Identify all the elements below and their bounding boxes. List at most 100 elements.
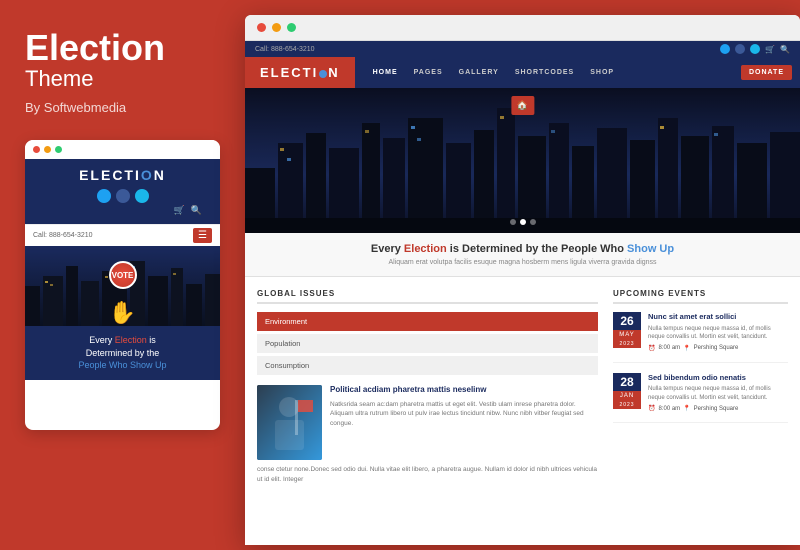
nav-shop[interactable]: SHOP xyxy=(582,59,622,86)
hero-dot-2[interactable] xyxy=(520,219,526,225)
browser-dot-red xyxy=(257,23,266,32)
event-2-title[interactable]: Sed bibendum odio nenatis xyxy=(648,373,788,383)
mobile-dot-yellow xyxy=(44,146,51,153)
nav-shortcodes[interactable]: SHORTCODES xyxy=(507,59,582,86)
event-2-day-label: ⏰ xyxy=(648,405,655,412)
topbar-cart-icon[interactable]: 🛒 xyxy=(765,45,775,54)
theme-subtitle: Theme xyxy=(25,66,220,92)
tagline-main: Every Election is Determined by the Peop… xyxy=(260,243,785,255)
hero-dot-1[interactable] xyxy=(510,219,516,225)
hero-home-icon[interactable]: 🏠 xyxy=(511,96,534,115)
site-logo-area: ELECTIN xyxy=(245,57,355,88)
topbar-vimeo-icon[interactable] xyxy=(750,44,760,54)
nav-pages[interactable]: PAGES xyxy=(406,59,451,86)
hand-icon: ✋ xyxy=(109,300,136,326)
site-nav: ELECTIN HOME PAGES GALLERY SHORTCODES SH… xyxy=(245,57,800,88)
content-right: UPCOMING EVENTS 26 MAY 2023 Nunc sit ame… xyxy=(613,289,788,485)
hero-dot-3[interactable] xyxy=(530,219,536,225)
event-1-year: 2023 xyxy=(613,340,641,348)
mobile-hero-image: VOTE ✋ xyxy=(25,246,220,326)
issues-list: Environment Population Consumption xyxy=(257,312,598,375)
mobile-preview: ELECTION 🛒 🔍 Call: 888-654-3210 ☰ xyxy=(25,140,220,430)
event-2: 28 JAN 2023 Sed bibendum odio nenatis Nu… xyxy=(613,373,788,424)
logo-o-circle xyxy=(319,70,327,78)
site-nav-links: HOME PAGES GALLERY SHORTCODES SHOP xyxy=(355,59,741,86)
event-1-location-icon: 📍 xyxy=(683,345,690,352)
nav-home[interactable]: HOME xyxy=(365,59,406,86)
events-title: UPCOMING EVENTS xyxy=(613,289,788,304)
browser-dot-yellow xyxy=(272,23,281,32)
issue-environment[interactable]: Environment xyxy=(257,312,598,331)
issue-population[interactable]: Population xyxy=(257,334,598,353)
event-2-year: 2023 xyxy=(613,401,641,409)
site-topbar-right: 🛒 🔍 xyxy=(720,44,790,54)
website-preview: Call: 888-654-3210 🛒 🔍 ELECTIN HOME PAGE… xyxy=(245,41,800,541)
event-1-title[interactable]: Nunc sit amet erat sollici xyxy=(648,312,788,322)
browser-top-bar xyxy=(245,15,800,41)
news-title: Political acdiam pharetra mattis neselin… xyxy=(330,385,598,395)
global-issues-title: GLOBAL ISSUES xyxy=(257,289,598,304)
site-content: GLOBAL ISSUES Environment Population Con… xyxy=(245,277,800,497)
event-1-day-label: ⏰ xyxy=(648,345,655,352)
event-1: 26 MAY 2023 Nunc sit amet erat sollici N… xyxy=(613,312,788,363)
site-hero: 🏠 xyxy=(245,88,800,233)
content-left: GLOBAL ISSUES Environment Population Con… xyxy=(257,289,613,485)
tagline-election: Election xyxy=(404,243,447,255)
vimeo-icon[interactable] xyxy=(135,189,149,203)
event-1-meta: ⏰ 8:00 am 📍 Pershing Square xyxy=(648,345,788,352)
event-1-location: Pershing Square xyxy=(694,345,739,351)
tagline-every: Every xyxy=(371,243,404,255)
cart-icon[interactable]: 🛒 xyxy=(174,205,185,216)
topbar-twitter-icon[interactable] xyxy=(720,44,730,54)
mobile-logo: ELECTION xyxy=(35,167,210,183)
event-1-date-box: 26 MAY 2023 xyxy=(613,312,641,352)
nav-gallery[interactable]: GALLERY xyxy=(451,59,507,86)
tagline-showup: Show Up xyxy=(627,243,674,255)
browser-dot-green xyxy=(287,23,296,32)
facebook-icon[interactable] xyxy=(116,189,130,203)
issue-consumption[interactable]: Consumption xyxy=(257,356,598,375)
footer-is: is xyxy=(149,335,156,345)
news-card: Political acdiam pharetra mattis neselin… xyxy=(257,385,598,460)
mobile-icons-row: 🛒 🔍 xyxy=(35,205,210,216)
browser-window: Call: 888-654-3210 🛒 🔍 ELECTIN HOME PAGE… xyxy=(245,15,800,545)
mobile-social xyxy=(35,189,210,203)
event-2-time: 8:00 am xyxy=(658,406,680,412)
mobile-call-bar: Call: 888-654-3210 ☰ xyxy=(25,224,220,246)
tagline-mid: is Determined by the People Who xyxy=(450,243,627,255)
footer-determined: Determined by the xyxy=(35,347,210,360)
footer-election: Election xyxy=(115,335,147,345)
event-2-location-icon: 📍 xyxy=(683,405,690,412)
search-icon[interactable]: 🔍 xyxy=(191,205,202,216)
twitter-icon[interactable] xyxy=(97,189,111,203)
event-2-meta: ⏰ 8:00 am 📍 Pershing Square xyxy=(648,405,788,412)
news-image xyxy=(257,385,322,460)
left-panel: Election Theme By Softwebmedia ELECTION … xyxy=(0,0,245,550)
event-1-info: Nunc sit amet erat sollici Nulla tempus … xyxy=(648,312,788,352)
mobile-header: ELECTION 🛒 🔍 xyxy=(25,159,220,224)
topbar-search-icon[interactable]: 🔍 xyxy=(780,45,790,54)
event-2-date-box: 28 JAN 2023 xyxy=(613,373,641,413)
tagline-sub: Aliquam erat volutpa facilis esuque magn… xyxy=(260,259,785,266)
hero-slider-dots xyxy=(510,219,536,225)
event-2-location: Pershing Square xyxy=(694,406,739,412)
mobile-dot-red xyxy=(33,146,40,153)
mobile-dot-green xyxy=(55,146,62,153)
theme-title: Election xyxy=(25,30,220,66)
event-2-info: Sed bibendum odio nenatis Nulla tempus n… xyxy=(648,373,788,413)
mobile-top-bar xyxy=(25,140,220,159)
site-topbar: Call: 888-654-3210 🛒 🔍 xyxy=(245,41,800,57)
event-1-month: MAY xyxy=(613,330,641,340)
news-more: conse ctetur none.Donec sed odio dui. Nu… xyxy=(257,465,598,485)
footer-people: People Who Show Up xyxy=(78,360,166,370)
site-phone: Call: 888-654-3210 xyxy=(255,46,315,53)
event-1-desc: Nulla tempus neque neque massa id, of mo… xyxy=(648,325,788,342)
event-1-time: 8:00 am xyxy=(658,345,680,351)
nav-donate-button[interactable]: DONATE xyxy=(741,65,792,80)
event-2-month: JAN xyxy=(613,391,641,401)
theme-author: By Softwebmedia xyxy=(25,100,220,115)
topbar-facebook-icon[interactable] xyxy=(735,44,745,54)
vote-badge: VOTE xyxy=(109,261,137,289)
news-text: Political acdiam pharetra mattis neselin… xyxy=(330,385,598,460)
menu-button[interactable]: ☰ xyxy=(193,228,212,243)
